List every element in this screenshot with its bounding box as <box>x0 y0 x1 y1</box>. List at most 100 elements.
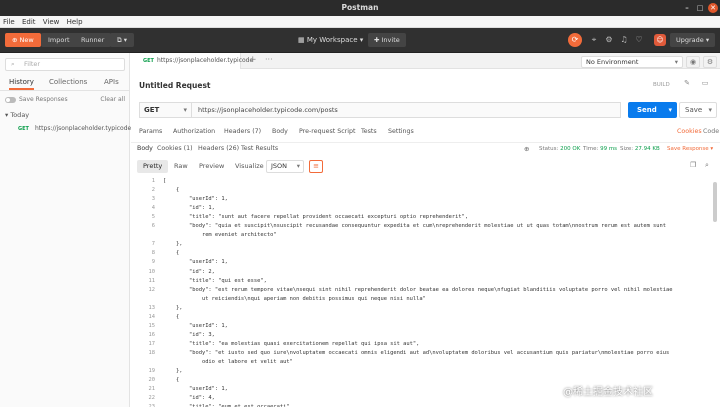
line-number: 11 <box>148 277 156 284</box>
code-link[interactable]: Code <box>703 128 719 135</box>
menu-view[interactable]: View <box>43 18 60 26</box>
tab-pre-request-script[interactable]: Pre-request Script <box>299 128 355 135</box>
line-number: 22 <box>148 395 156 402</box>
url-input[interactable]: https://jsonplaceholder.typicode.com/pos… <box>191 102 621 118</box>
line-content: "userId": 1, <box>163 322 228 329</box>
tab-response-body[interactable]: Body <box>137 145 153 152</box>
code-line: rem eveniet architecto" <box>131 231 720 240</box>
heart-icon[interactable]: ♡ <box>634 35 644 45</box>
filter-input[interactable]: ⌕ Filter <box>5 58 125 71</box>
line-content: { <box>163 377 180 384</box>
search-icon: ⌕ <box>11 60 15 68</box>
menu-help[interactable]: Help <box>67 18 83 26</box>
line-content: "userId": 1, <box>163 196 228 203</box>
gear-icon[interactable]: ⚙ <box>703 56 717 68</box>
line-number: 7 <box>151 241 155 248</box>
menu-file[interactable]: File <box>3 18 15 26</box>
workspace-selector[interactable]: ▦ My Workspace ▾ <box>298 34 363 46</box>
wrap-lines-icon[interactable]: ≡ <box>309 160 323 173</box>
menu-edit[interactable]: Edit <box>22 18 36 26</box>
new-window-button[interactable]: ⧉ ▾ <box>110 33 134 47</box>
plus-icon: ⊕ <box>12 36 20 44</box>
satellite-icon[interactable]: ⌖ <box>589 35 599 45</box>
new-button[interactable]: ⊕ New <box>5 33 41 47</box>
import-button[interactable]: Import <box>41 33 77 47</box>
tab-history[interactable]: History <box>9 78 34 90</box>
response-tabs: Body Cookies (1) Headers (26) Test Resul… <box>131 142 720 155</box>
globe-icon[interactable]: ⊕ <box>524 145 529 153</box>
eye-icon[interactable]: ◉ <box>686 56 700 68</box>
tab-settings[interactable]: Settings <box>388 128 414 135</box>
tab-apis[interactable]: APIs <box>104 78 119 86</box>
line-content: }, <box>163 241 183 248</box>
raw-button[interactable]: Raw <box>168 160 194 173</box>
line-number: 16 <box>148 331 156 338</box>
response-body-editor[interactable]: 1[2 {3 "userId": 1, 4 "id": 1, 5 "title": … <box>131 176 720 407</box>
tab-collections[interactable]: Collections <box>49 78 87 86</box>
tab-test-results[interactable]: Test Results <box>241 145 278 152</box>
code-line: 18 "body": "et iusto sed quo iure\nvolup… <box>131 349 720 358</box>
search-icon[interactable]: ⌕ <box>705 161 709 170</box>
sync-icon[interactable]: ⟳ <box>568 33 582 47</box>
vertical-scrollbar[interactable] <box>713 176 718 407</box>
line-number: 17 <box>148 340 156 347</box>
save-button[interactable]: Save ▾ <box>679 102 717 118</box>
save-responses-toggle[interactable] <box>5 96 16 103</box>
history-group-today[interactable]: ▾ Today <box>5 111 29 119</box>
line-number: 6 <box>151 223 155 230</box>
user-plus-icon: ✚ <box>374 36 382 44</box>
code-line: 14 { <box>131 313 720 322</box>
send-button[interactable]: Send ▾ <box>628 102 677 118</box>
tab-headers[interactable]: Headers (7) <box>224 128 261 135</box>
cookies-link[interactable]: Cookies <box>677 128 702 135</box>
history-item[interactable]: GET https://jsonplaceholder.typicode.com… <box>0 123 165 143</box>
request-tab[interactable]: GET https://jsonplaceholder.typicode <box>131 53 253 69</box>
line-content: "id": 2, <box>163 268 215 275</box>
save-responses-label: Save Responses <box>19 96 68 103</box>
line-content: [ <box>163 178 167 184</box>
save-response-button[interactable]: Save Response ▾ <box>667 146 713 152</box>
invite-button[interactable]: ✚ Invite <box>368 33 406 47</box>
line-content: "id": 4, <box>163 395 215 402</box>
close-icon[interactable]: ✕ <box>708 3 718 13</box>
scrollbar-thumb[interactable] <box>713 182 717 222</box>
tab-params[interactable]: Params <box>139 128 162 135</box>
environment-select[interactable]: No Environment ▾ <box>581 56 683 68</box>
tab-response-headers[interactable]: Headers (26) <box>198 145 239 152</box>
notification-bell-icon[interactable]: ♫ <box>619 35 629 45</box>
preview-button[interactable]: Preview <box>193 160 230 173</box>
tab-response-cookies[interactable]: Cookies (1) <box>157 145 193 152</box>
settings-icon[interactable]: ⚙ <box>604 35 614 45</box>
upgrade-button[interactable]: Upgrade ▾ <box>670 33 716 47</box>
request-tab-method: GET <box>143 58 154 64</box>
line-content: "userId": 1, <box>163 259 228 266</box>
comment-icon[interactable]: ▭ <box>699 79 711 91</box>
more-tabs-icon[interactable]: ··· <box>265 55 273 64</box>
line-number: 10 <box>148 268 156 275</box>
tab-tests[interactable]: Tests <box>361 128 377 135</box>
pencil-icon[interactable]: ✎ <box>681 79 693 91</box>
clear-all-button[interactable]: Clear all <box>100 95 125 105</box>
visualize-button[interactable]: Visualize <box>229 160 270 173</box>
pretty-button[interactable]: Pretty <box>137 160 169 173</box>
request-title[interactable]: Untitled Request <box>139 81 211 90</box>
chevron-down-icon: ▾ <box>296 162 300 170</box>
time-readout: Time: 99 ms <box>583 146 618 152</box>
maximize-icon[interactable]: □ <box>695 3 705 13</box>
chevron-down-icon: ▾ <box>703 36 710 44</box>
format-toolbar: Pretty Raw Preview Visualize JSON ▾ ≡ ❐ ⌕ <box>131 158 720 175</box>
history-item-url: https://jsonplaceholder.typicode.com/pos… <box>35 125 165 132</box>
runner-button[interactable]: Runner <box>74 33 112 47</box>
request-tabs: Params Authorization Headers (7) Body Pr… <box>131 126 720 140</box>
minimize-icon[interactable]: – <box>682 3 692 13</box>
line-content: "title": "eum et est occaecati", <box>163 403 293 407</box>
tab-body[interactable]: Body <box>272 128 288 135</box>
tab-authorization[interactable]: Authorization <box>173 128 215 135</box>
copy-icon[interactable]: ❐ <box>690 161 696 169</box>
avatar[interactable]: ☺ <box>654 34 666 46</box>
code-line: 12 "body": "est rerum tempore vitae\nseq… <box>131 286 720 295</box>
method-select[interactable]: GET ▾ <box>139 102 191 118</box>
format-select[interactable]: JSON ▾ <box>266 160 304 173</box>
menu-bar: File Edit View Help <box>0 16 720 28</box>
new-tab-icon[interactable]: + <box>249 55 257 65</box>
